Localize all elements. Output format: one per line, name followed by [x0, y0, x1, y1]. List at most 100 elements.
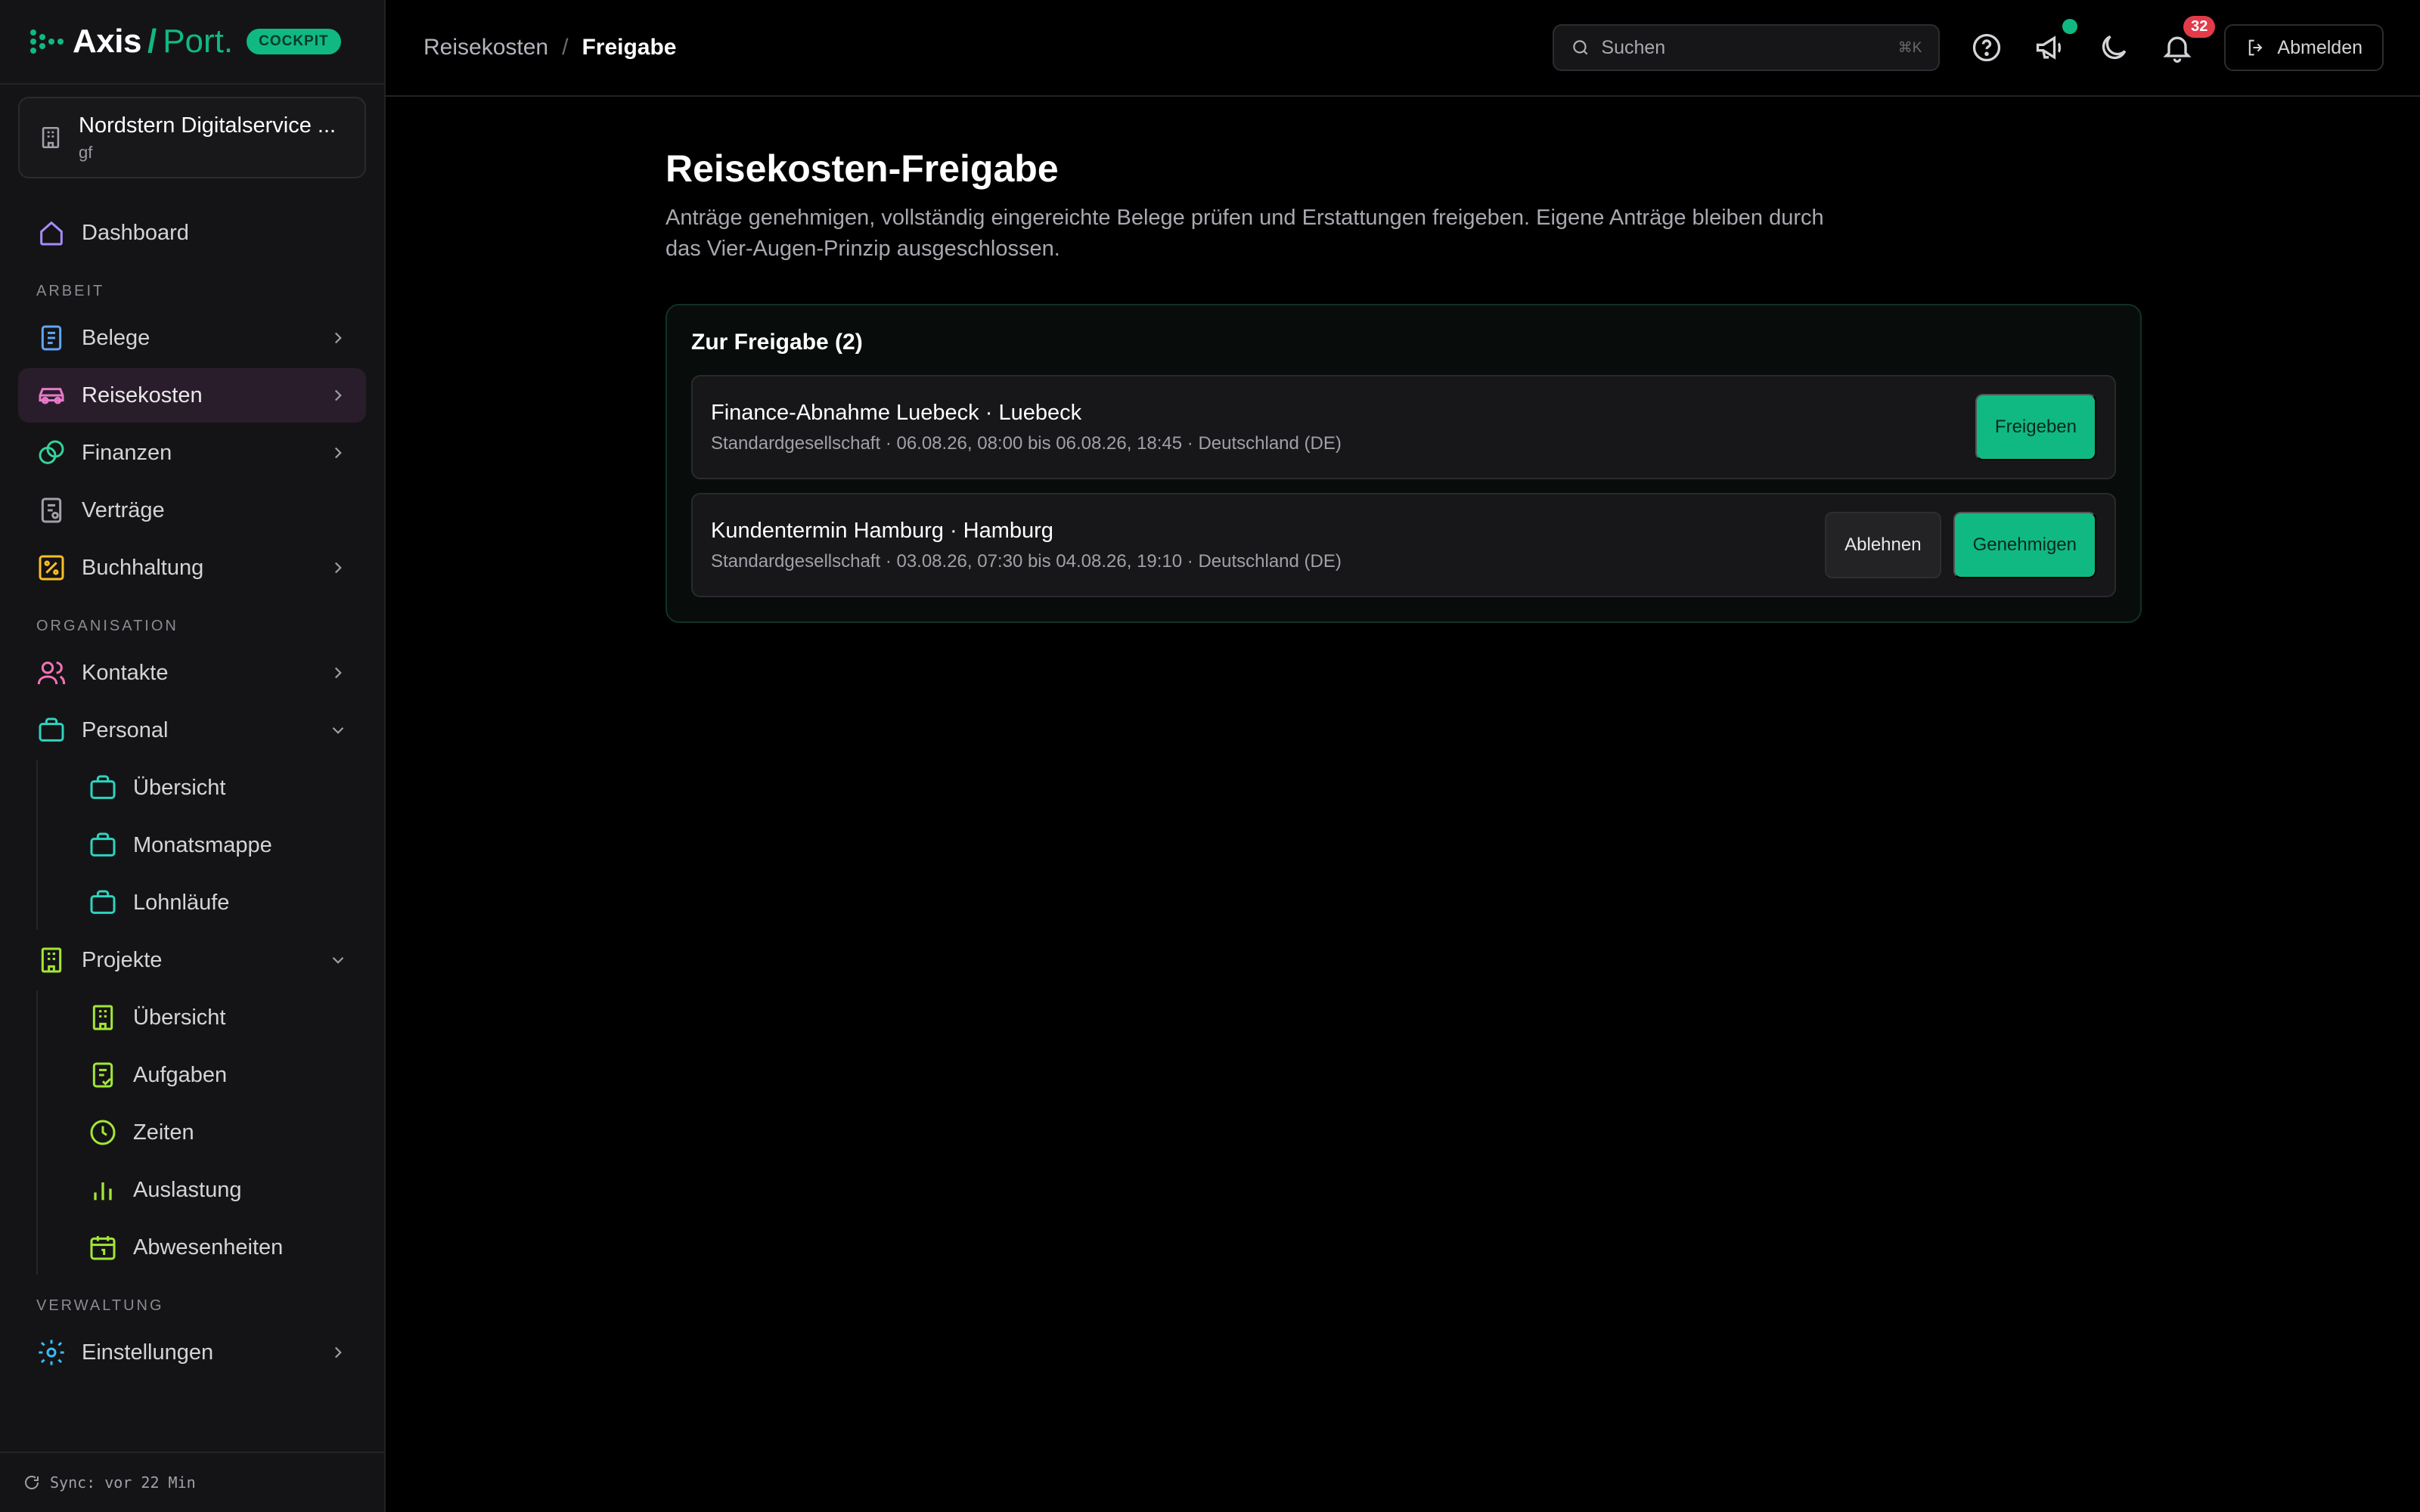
users-icon — [37, 662, 66, 685]
sidebar-item-label: Aufgaben — [133, 1062, 228, 1087]
bar-chart-icon — [94, 1182, 112, 1201]
sidebar-item-label: Monatsmappe — [133, 832, 272, 857]
sidebar-item-label: Projekte — [82, 947, 163, 972]
notification-count-badge: 32 — [2183, 16, 2216, 38]
sidebar-item-monatsmappe[interactable]: Monatsmappe — [38, 818, 366, 872]
brand-name: Axis — [73, 23, 141, 60]
help-button[interactable] — [1970, 31, 2003, 64]
sidebar-item-label: Lohnläufe — [133, 890, 230, 915]
sidebar-item-belege[interactable]: Belege — [18, 311, 366, 365]
section-label-organisation: ORGANISATION — [36, 618, 178, 634]
request-title: Kundentermin Hamburg · Hamburg — [711, 518, 1053, 543]
company-name: Nordstern Digitalservice ... — [79, 113, 337, 138]
chevron-right-icon — [334, 1346, 342, 1359]
coins-icon — [39, 440, 64, 464]
approve-button[interactable]: Genehmigen — [1953, 512, 2096, 578]
logout-button[interactable]: Abmelden — [2224, 24, 2384, 71]
chevron-right-icon — [334, 667, 342, 679]
sidebar-item-projekte-uebersicht[interactable]: Übersicht — [38, 990, 366, 1045]
projekte-submenu: Übersicht Aufgaben Zeiten Auslastung Abw… — [36, 990, 366, 1275]
sidebar-item-label: Kontakte — [82, 660, 169, 685]
search-input[interactable]: Suchen ⌘K — [1553, 24, 1941, 71]
topbar: Reisekosten / Freigabe Suchen ⌘K 32 Abme… — [386, 0, 2420, 97]
chevron-right-icon — [334, 389, 342, 401]
sidebar: Axis / Port. COCKPIT Nordstern Digitalse… — [0, 0, 386, 1512]
sidebar-item-label: Personal — [82, 717, 169, 742]
briefcase-icon — [90, 775, 116, 799]
announcements-button[interactable] — [2034, 19, 2078, 64]
reject-button[interactable]: Ablehnen — [1825, 512, 1941, 578]
document-icon — [41, 325, 62, 351]
breadcrumb-separator: / — [562, 35, 569, 60]
breadcrumb-current: Freigabe — [582, 35, 677, 60]
sidebar-item-personal-uebersicht[interactable]: Übersicht — [38, 761, 366, 815]
sidebar-item-label: Finanzen — [82, 440, 172, 465]
sidebar-item-label: Belege — [82, 325, 150, 350]
page-content: Reisekosten-Freigabe Anträge genehmigen,… — [386, 97, 2420, 623]
breadcrumb: Reisekosten / Freigabe — [424, 35, 676, 60]
car-icon — [39, 388, 64, 404]
sidebar-item-finanzen[interactable]: Finanzen — [18, 426, 366, 480]
sidebar-item-reisekosten[interactable]: Reisekosten — [18, 368, 366, 423]
sidebar-item-abwesenheiten[interactable]: Abwesenheiten — [38, 1220, 366, 1275]
personal-submenu: Übersicht Monatsmappe Lohnläufe — [36, 761, 366, 930]
help-icon — [1973, 33, 2001, 62]
notifications-button[interactable]: 32 — [2161, 16, 2216, 64]
topbar-actions: Suchen ⌘K 32 Abmelden — [1553, 16, 2384, 71]
sidebar-item-label: Buchhaltung — [82, 555, 204, 580]
approval-panel: Zur Freigabe (2) Finance-Abnahme Luebeck… — [666, 304, 2142, 623]
company-switcher[interactable]: Nordstern Digitalservice ... gf — [18, 97, 366, 178]
sync-status[interactable]: Sync: vor 22 Min — [0, 1452, 384, 1512]
chevron-right-icon — [334, 447, 342, 459]
chevron-down-icon — [332, 727, 344, 734]
company-role: gf — [79, 142, 93, 162]
sidebar-item-label: Übersicht — [133, 1005, 226, 1030]
page-title: Reisekosten-Freigabe — [666, 147, 1059, 190]
release-button[interactable]: Freigeben — [1975, 394, 2096, 460]
section-label-arbeit: ARBEIT — [36, 283, 105, 299]
briefcase-icon — [39, 717, 64, 742]
building-icon — [92, 1005, 113, 1030]
megaphone-icon — [2037, 36, 2062, 60]
panel-title: Zur Freigabe (2) — [691, 330, 863, 355]
sidebar-item-aufgaben[interactable]: Aufgaben — [38, 1048, 366, 1102]
request-meta: Standardgesellschaft · 06.08.26, 08:00 b… — [711, 432, 1342, 454]
brand-slash: / — [147, 23, 157, 60]
sidebar-item-label: Übersicht — [133, 775, 226, 800]
sidebar-item-kontakte[interactable]: Kontakte — [18, 646, 366, 700]
theme-toggle-button[interactable] — [2097, 31, 2130, 64]
building-icon — [41, 947, 62, 973]
logout-label: Abmelden — [2277, 36, 2363, 58]
sync-label: Sync: vor 22 Min — [50, 1473, 196, 1492]
clock-icon — [90, 1120, 116, 1145]
sidebar-nav: Dashboard ARBEIT Belege Reisekosten Fina… — [0, 178, 384, 1380]
search-icon — [1573, 40, 1588, 55]
sidebar-item-label: Auslastung — [133, 1177, 242, 1202]
contract-icon — [41, 497, 62, 523]
row-actions: Freigeben — [1963, 394, 2096, 460]
percent-icon — [39, 555, 64, 581]
page-description: Anträge genehmigen, vollständig eingerei… — [666, 206, 1824, 261]
gear-icon — [39, 1340, 64, 1365]
sidebar-item-auslastung[interactable]: Auslastung — [38, 1163, 366, 1217]
section-label-verwaltung: VERWALTUNG — [36, 1297, 164, 1314]
search-shortcut: ⌘K — [1897, 39, 1922, 56]
sidebar-item-personal[interactable]: Personal — [18, 703, 366, 758]
breadcrumb-parent[interactable]: Reisekosten — [424, 35, 548, 60]
sidebar-item-dashboard[interactable]: Dashboard — [18, 206, 366, 260]
sidebar-item-zeiten[interactable]: Zeiten — [38, 1105, 366, 1160]
cockpit-badge: COCKPIT — [247, 29, 341, 54]
sidebar-item-label: Abwesenheiten — [133, 1235, 284, 1259]
sidebar-item-label: Reisekosten — [82, 383, 203, 407]
approval-row: Kundentermin Hamburg · Hamburg Standardg… — [691, 493, 2116, 597]
approval-row: Finance-Abnahme Luebeck · Luebeck Standa… — [691, 375, 2116, 479]
sidebar-item-projekte[interactable]: Projekte — [18, 933, 366, 987]
brand-logo[interactable]: Axis / Port. COCKPIT — [0, 0, 384, 85]
sidebar-item-buchhaltung[interactable]: Buchhaltung — [18, 541, 366, 595]
sidebar-item-lohnlaeufe[interactable]: Lohnläufe — [38, 875, 366, 930]
chevron-down-icon — [332, 956, 344, 964]
row-actions: Ablehnen Genehmigen — [1813, 512, 2096, 578]
sidebar-item-einstellungen[interactable]: Einstellungen — [18, 1325, 366, 1380]
sidebar-item-vertraege[interactable]: Verträge — [18, 483, 366, 538]
refresh-icon — [25, 1476, 39, 1489]
